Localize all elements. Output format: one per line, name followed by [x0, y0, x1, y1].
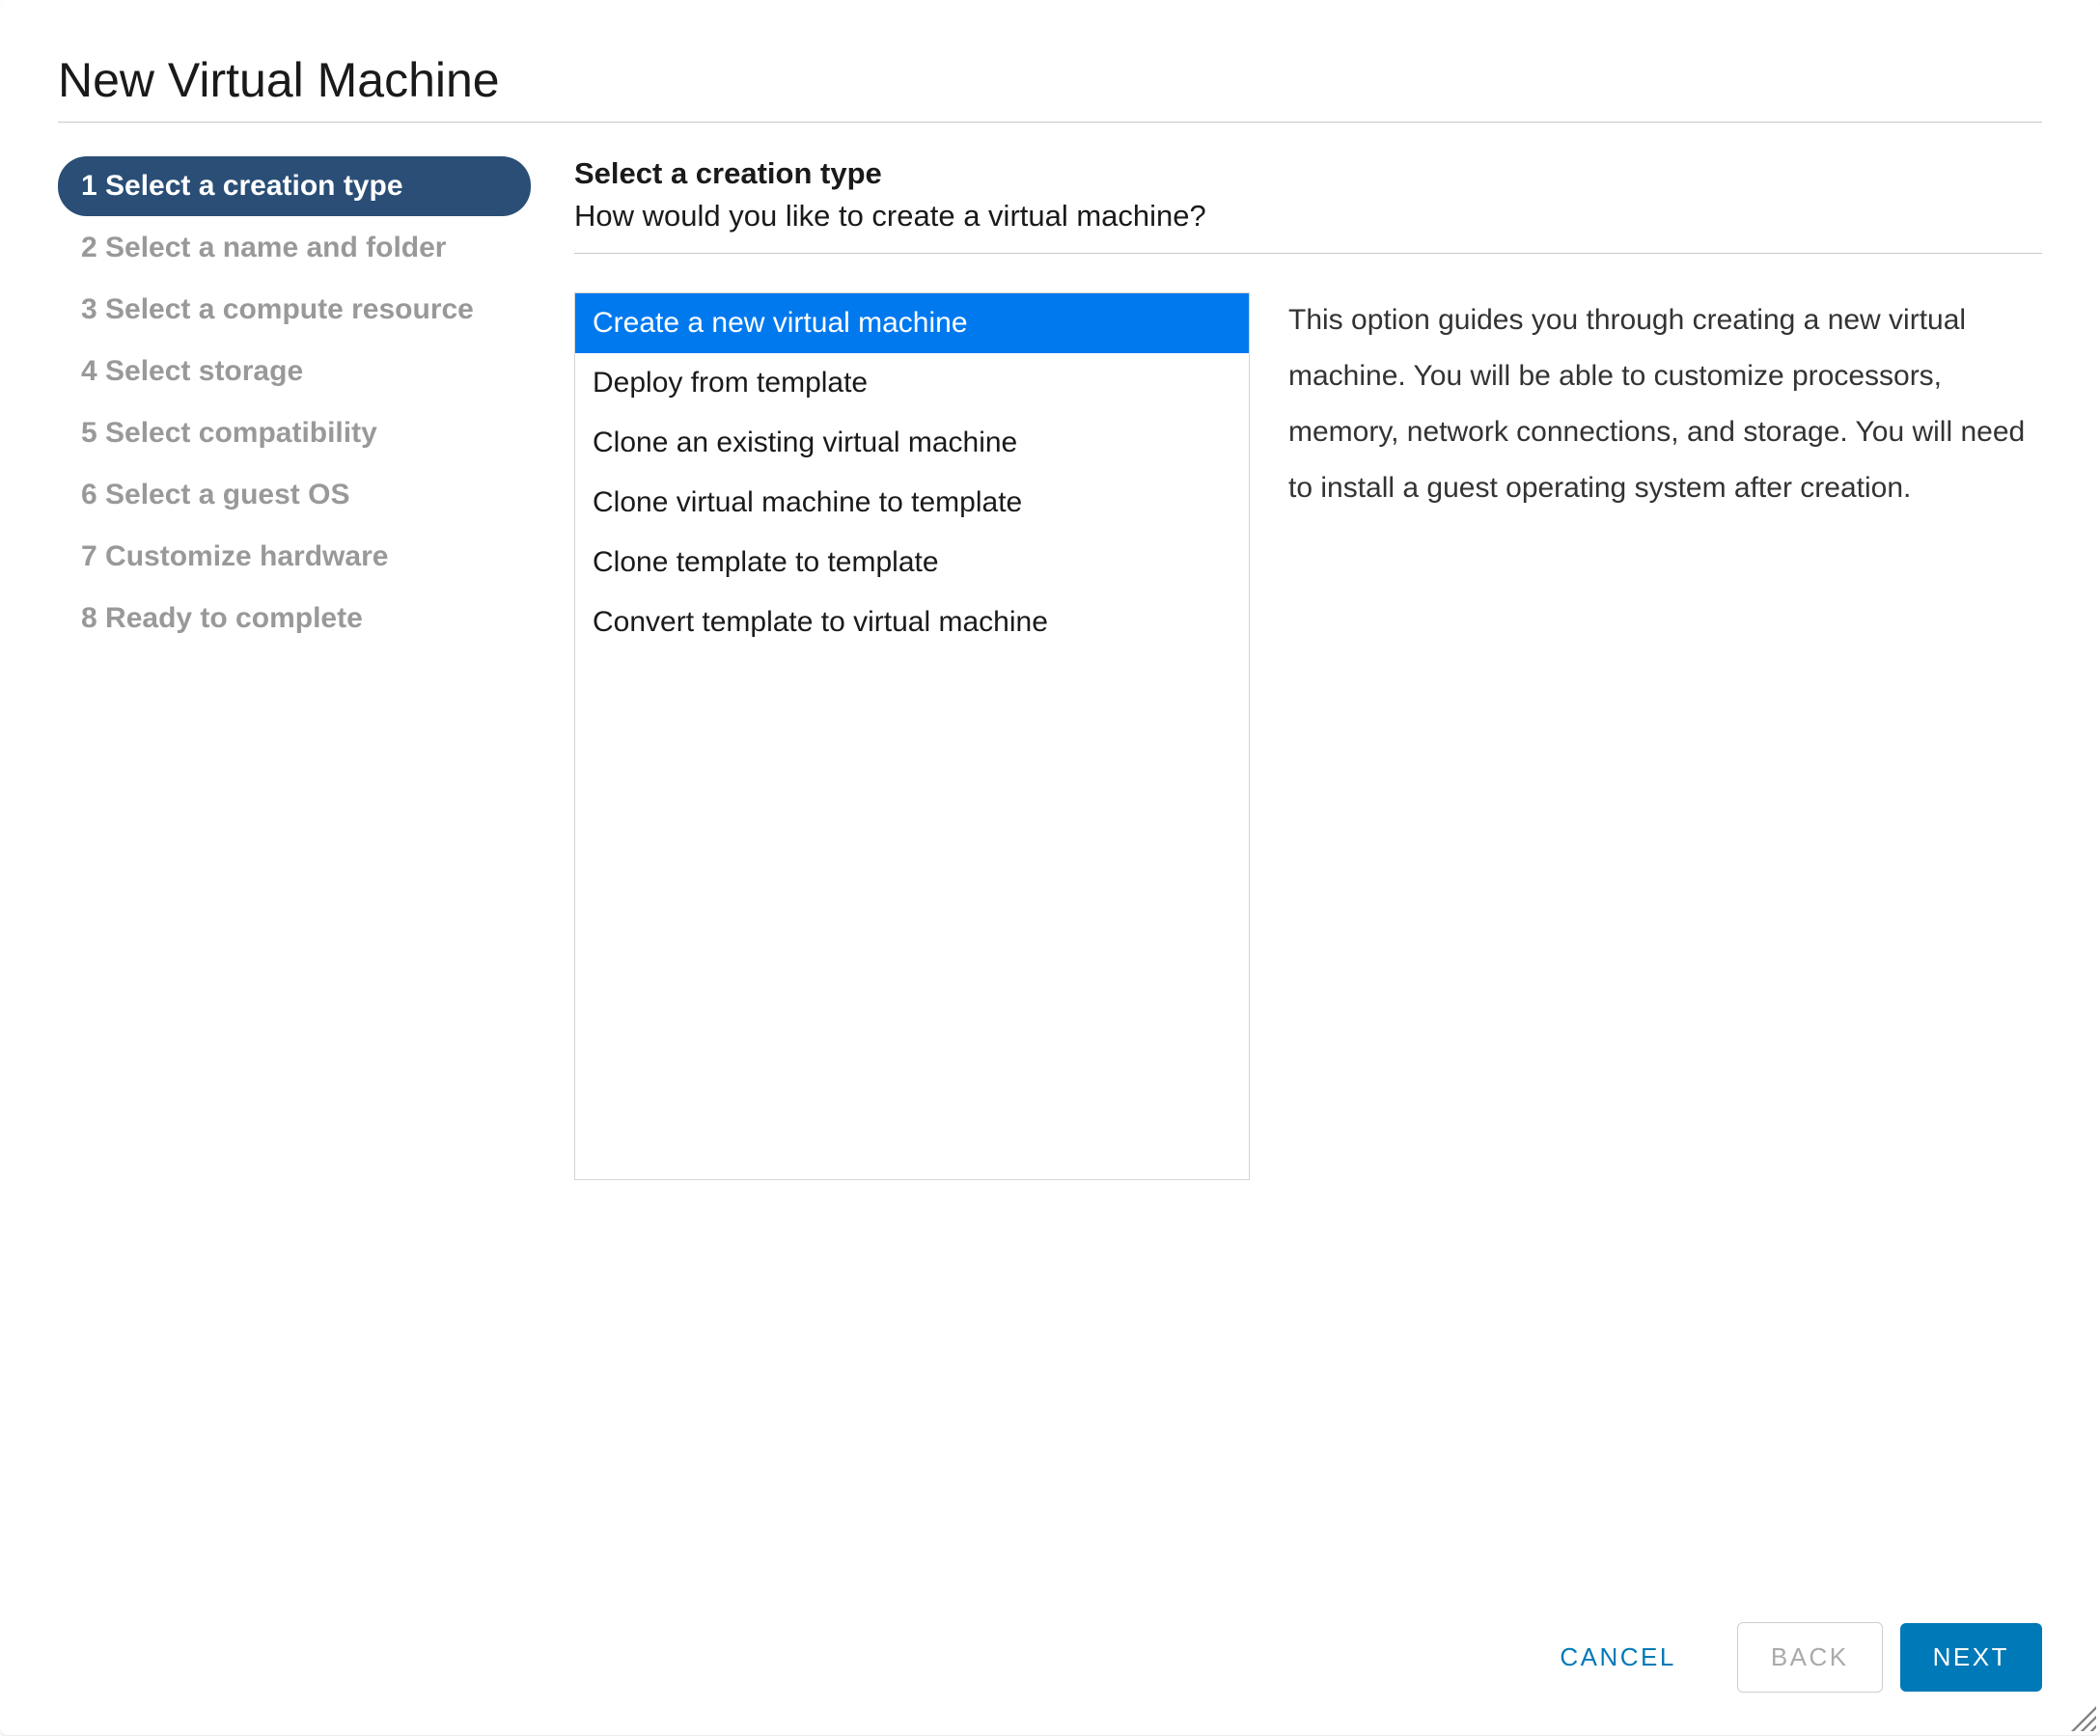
wizard-step-label: Select a name and folder [105, 232, 446, 263]
option-clone-template-to-template[interactable]: Clone template to template [575, 533, 1249, 592]
wizard-step-number: 3 [81, 293, 97, 325]
wizard-step-label: Select storage [105, 355, 303, 387]
wizard-step-6-guest-os: 6 Select a guest OS [58, 465, 531, 525]
content-subtitle: How would you like to create a virtual m… [574, 199, 2042, 234]
wizard-step-number: 1 [81, 170, 97, 202]
wizard-step-number: 5 [81, 417, 97, 449]
wizard-step-3-compute-resource: 3 Select a compute resource [58, 280, 531, 340]
back-button: BACK [1737, 1622, 1883, 1693]
dialog-title: New Virtual Machine [58, 52, 2042, 123]
wizard-step-number: 4 [81, 355, 97, 387]
wizard-step-5-compatibility: 5 Select compatibility [58, 403, 531, 463]
wizard-step-4-storage: 4 Select storage [58, 342, 531, 401]
wizard-step-number: 8 [81, 602, 97, 634]
option-deploy-from-template[interactable]: Deploy from template [575, 353, 1249, 413]
wizard-step-label: Select a compute resource [105, 293, 474, 325]
dialog-body: 1 Select a creation type 2 Select a name… [0, 142, 2100, 1593]
wizard-step-label: Customize hardware [105, 540, 388, 572]
wizard-step-2-name-folder: 2 Select a name and folder [58, 218, 531, 278]
main-content: Select a creation type How would you lik… [574, 156, 2042, 1593]
wizard-step-number: 2 [81, 232, 97, 263]
dialog-footer: CANCEL BACK NEXT [0, 1593, 2100, 1735]
wizard-step-number: 7 [81, 540, 97, 572]
content-title: Select a creation type [574, 156, 2042, 191]
wizard-step-label: Select a guest OS [105, 479, 349, 510]
option-convert-template-to-vm[interactable]: Convert template to virtual machine [575, 592, 1249, 652]
option-clone-existing-vm[interactable]: Clone an existing virtual machine [575, 413, 1249, 473]
wizard-step-label: Select compatibility [105, 417, 377, 449]
dialog-header: New Virtual Machine [0, 0, 2100, 142]
option-create-new-vm[interactable]: Create a new virtual machine [575, 293, 1249, 353]
next-button[interactable]: NEXT [1900, 1623, 2042, 1692]
option-clone-vm-to-template[interactable]: Clone virtual machine to template [575, 473, 1249, 533]
cancel-button[interactable]: CANCEL [1527, 1623, 1719, 1692]
content-header: Select a creation type How would you lik… [574, 156, 2042, 254]
wizard-step-7-customize-hardware: 7 Customize hardware [58, 527, 531, 587]
resize-handle-icon[interactable] [2071, 1706, 2096, 1731]
wizard-step-label: Select a creation type [105, 170, 402, 202]
wizard-step-number: 6 [81, 479, 97, 510]
wizard-step-1-creation-type[interactable]: 1 Select a creation type [58, 156, 531, 216]
option-description: This option guides you through creating … [1288, 292, 2042, 1593]
wizard-step-8-ready-complete: 8 Ready to complete [58, 589, 531, 648]
wizard-steps-sidebar: 1 Select a creation type 2 Select a name… [58, 156, 531, 1593]
content-panes: Create a new virtual machine Deploy from… [574, 292, 2042, 1593]
creation-type-options-list: Create a new virtual machine Deploy from… [574, 292, 1250, 1180]
new-vm-wizard-dialog: New Virtual Machine 1 Select a creation … [0, 0, 2100, 1735]
wizard-step-label: Ready to complete [105, 602, 363, 634]
